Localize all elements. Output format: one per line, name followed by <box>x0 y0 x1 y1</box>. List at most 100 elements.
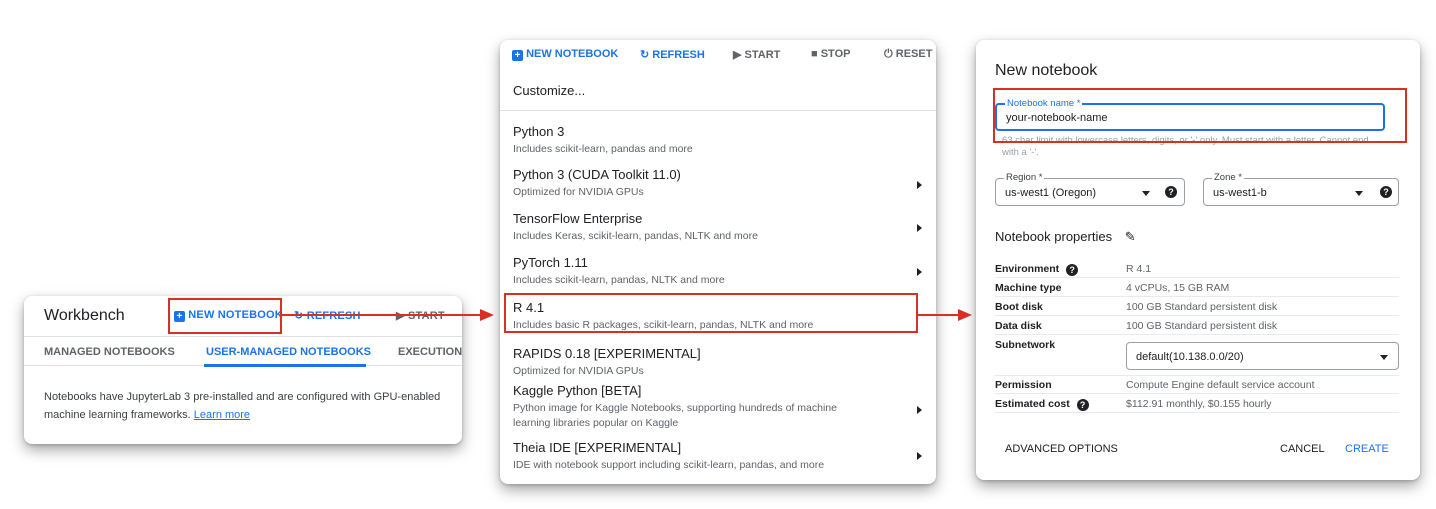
arrow-head-2 <box>958 309 972 321</box>
tab-bar: MANAGED NOTEBOOKS USER-MANAGED NOTEBOOKS… <box>24 336 462 367</box>
chevron-down-icon <box>1380 355 1388 360</box>
help-icon[interactable]: ? <box>1066 264 1079 276</box>
menu-item-subtitle: Optimized for NVIDIA GPUs <box>513 186 644 198</box>
menu-new-notebook-label: NEW NOTEBOOK <box>526 48 619 60</box>
play-icon: ▶ <box>733 49 742 61</box>
menu-item-python-3[interactable]: Python 3 Includes scikit-learn, pandas a… <box>513 124 913 157</box>
new-notebook-menu: + NEW NOTEBOOK ↻ REFRESH ▶ START ■ STOP … <box>500 40 936 484</box>
arrow-head-1 <box>480 309 494 321</box>
zone-value: us-west1-b <box>1213 187 1267 199</box>
customize-item[interactable]: Customize... <box>513 83 585 98</box>
tab-user-managed-notebooks[interactable]: USER-MANAGED NOTEBOOKS <box>206 346 371 358</box>
properties-heading-text: Notebook properties <box>995 229 1113 244</box>
notebook-name-hint: 63 char limit with lowercase letters, di… <box>1002 135 1369 158</box>
menu-item-theia-ide[interactable]: Theia IDE [EXPERIMENTAL] IDE with notebo… <box>513 440 913 473</box>
learn-more-link[interactable]: Learn more <box>194 409 250 421</box>
menu-item-title: TensorFlow Enterprise <box>513 211 643 226</box>
notebook-name-input[interactable]: your-notebook-name <box>1006 112 1108 124</box>
menu-reset-label: RESET <box>895 48 933 60</box>
tab-executions[interactable]: EXECUTIONS <box>398 346 462 358</box>
tab-managed-notebooks[interactable]: MANAGED NOTEBOOKS <box>44 346 175 358</box>
menu-item-r-4-1[interactable]: R 4.1 Includes basic R packages, scikit-… <box>513 300 913 333</box>
region-value: us-west1 (Oregon) <box>1005 187 1097 199</box>
active-tab-indicator <box>204 364 366 367</box>
property-value: 100 GB Standard persistent disk <box>1126 320 1278 332</box>
zone-select[interactable]: Zone * us-west1-b ? <box>1203 172 1399 206</box>
menu-item-title: Python 3 (CUDA Toolkit 11.0) <box>513 167 681 182</box>
property-key: Estimated cost ? <box>995 398 1089 411</box>
property-machine-type: Machine type 4 vCPUs, 15 GB RAM <box>995 278 1399 297</box>
menu-item-title: R 4.1 <box>513 300 545 315</box>
subnetwork-select[interactable]: default(10.138.0.0/20) <box>1126 342 1399 370</box>
menu-item-title: PyTorch 1.11 <box>513 255 588 270</box>
menu-item-rapids[interactable]: RAPIDS 0.18 [EXPERIMENTAL] Optimized for… <box>513 346 913 379</box>
property-permission: Permission Compute Engine default servic… <box>995 375 1399 394</box>
notebook-name-field[interactable]: Notebook name * your-notebook-name <box>995 98 1385 131</box>
new-notebook-label: NEW NOTEBOOK <box>188 309 283 321</box>
chevron-right-icon <box>917 224 922 232</box>
menu-item-title: RAPIDS 0.18 [EXPERIMENTAL] <box>513 346 701 361</box>
menu-item-python-3-cuda[interactable]: Python 3 (CUDA Toolkit 11.0) Optimized f… <box>513 167 913 200</box>
chevron-down-icon <box>1355 191 1363 196</box>
menu-item-subtitle: Includes Keras, scikit-learn, pandas, NL… <box>513 230 758 242</box>
property-key: Boot disk <box>995 301 1043 313</box>
property-key: Environment ? <box>995 263 1079 276</box>
menu-start-button[interactable]: ▶ START <box>733 48 780 61</box>
property-data-disk: Data disk 100 GB Standard persistent dis… <box>995 316 1399 335</box>
menu-divider <box>500 110 936 111</box>
menu-refresh-button[interactable]: ↻ REFRESH <box>640 48 705 61</box>
chevron-right-icon <box>917 406 922 414</box>
region-select[interactable]: Region * us-west1 (Oregon) ? <box>995 172 1185 206</box>
menu-item-title: Theia IDE [EXPERIMENTAL] <box>513 440 682 455</box>
add-box-icon: + <box>174 311 185 322</box>
page-title: Workbench <box>44 307 125 324</box>
property-key: Subnetwork <box>995 339 1056 351</box>
menu-item-subtitle: Optimized for NVIDIA GPUs <box>513 365 644 377</box>
refresh-icon: ↻ <box>294 310 304 322</box>
menu-refresh-label: REFRESH <box>652 49 705 61</box>
property-estimated-cost: Estimated cost ? $112.91 monthly, $0.155… <box>995 394 1399 413</box>
property-value: Compute Engine default service account <box>1126 379 1315 391</box>
help-icon[interactable]: ? <box>1076 399 1089 411</box>
menu-item-subtitle: Includes basic R packages, scikit-learn,… <box>513 319 814 331</box>
new-notebook-dialog: New notebook Notebook name * your-notebo… <box>976 40 1420 480</box>
notebook-name-label: Notebook name * <box>1005 98 1083 109</box>
chevron-down-icon <box>1142 191 1150 196</box>
menu-reset-button[interactable]: ⏻ RESET <box>884 48 932 61</box>
menu-item-kaggle-python[interactable]: Kaggle Python [BETA] Python image for Ka… <box>513 383 873 431</box>
toolbar: + NEW NOTEBOOK ↻ REFRESH ▶ START ■ STOP … <box>500 40 936 68</box>
dialog-title: New notebook <box>995 62 1098 79</box>
property-value: $112.91 monthly, $0.155 hourly <box>1126 398 1272 410</box>
zone-label: Zone * <box>1212 172 1244 183</box>
power-icon: ⏻ <box>884 48 893 60</box>
play-icon: ▶ <box>396 310 405 322</box>
refresh-icon: ↻ <box>640 49 650 61</box>
menu-stop-button[interactable]: ■ STOP <box>811 48 850 60</box>
subnetwork-value: default(10.138.0.0/20) <box>1136 351 1244 363</box>
new-notebook-button[interactable]: + NEW NOTEBOOK <box>174 309 283 322</box>
arrow-line-2 <box>918 314 960 316</box>
arrow-line-1 <box>282 314 482 316</box>
menu-item-pytorch[interactable]: PyTorch 1.11 Includes scikit-learn, pand… <box>513 255 913 288</box>
property-boot-disk: Boot disk 100 GB Standard persistent dis… <box>995 297 1399 316</box>
notebook-properties-heading: Notebook properties ✎ <box>995 229 1136 245</box>
help-icon[interactable]: ? <box>1380 186 1392 198</box>
property-value: 4 vCPUs, 15 GB RAM <box>1126 282 1230 294</box>
property-key: Permission <box>995 379 1052 391</box>
menu-item-tensorflow-enterprise[interactable]: TensorFlow Enterprise Includes Keras, sc… <box>513 211 913 244</box>
create-button[interactable]: CREATE <box>1345 443 1389 455</box>
cancel-button[interactable]: CANCEL <box>1280 443 1325 455</box>
edit-pencil-icon[interactable]: ✎ <box>1125 229 1136 244</box>
help-icon[interactable]: ? <box>1165 186 1177 198</box>
environment-key: Environment <box>995 263 1060 275</box>
property-value: R 4.1 <box>1126 263 1152 275</box>
chevron-right-icon <box>917 268 922 276</box>
menu-item-title: Python 3 <box>513 124 565 139</box>
property-key: Data disk <box>995 320 1042 332</box>
workbench-panel: Workbench + NEW NOTEBOOK ↻ REFRESH ▶ STA… <box>24 296 462 444</box>
region-label: Region * <box>1004 172 1045 183</box>
advanced-options-button[interactable]: ADVANCED OPTIONS <box>1005 443 1118 455</box>
add-box-icon: + <box>512 50 523 61</box>
menu-new-notebook-button[interactable]: + NEW NOTEBOOK <box>512 48 618 61</box>
stop-icon: ■ <box>811 48 818 60</box>
